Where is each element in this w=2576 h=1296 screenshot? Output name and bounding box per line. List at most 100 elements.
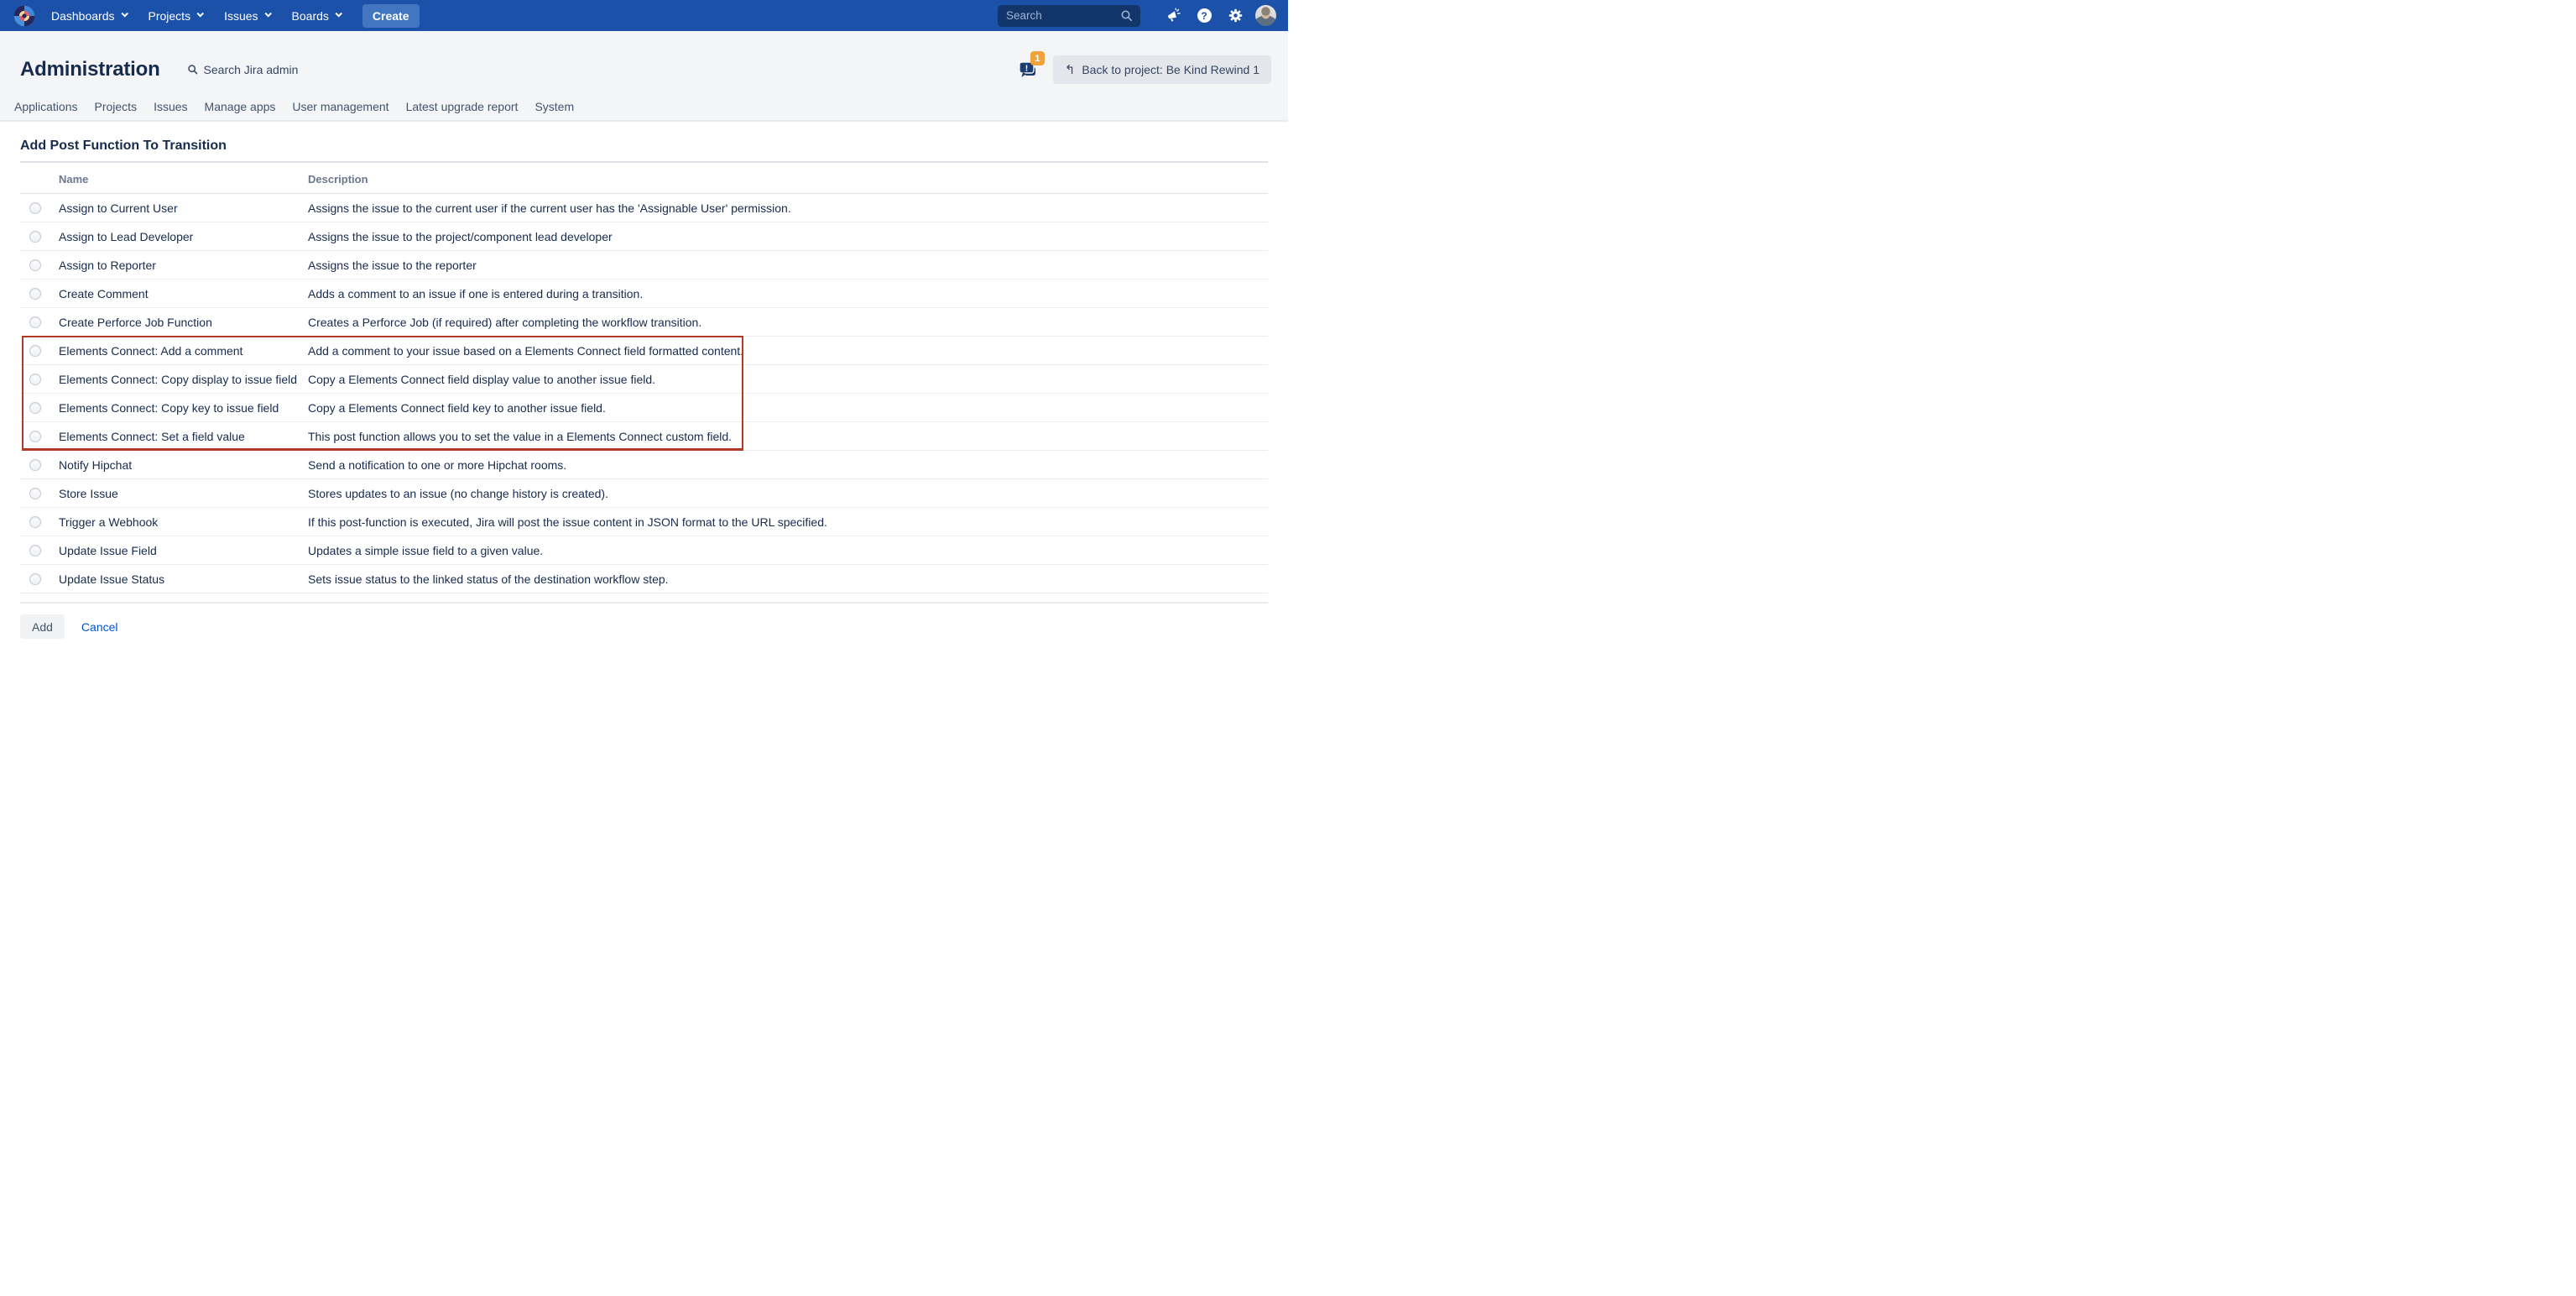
- back-to-project-label: Back to project: Be Kind Rewind 1: [1082, 63, 1259, 76]
- page-title: Add Post Function To Transition: [20, 122, 1268, 163]
- actions-divider: [20, 602, 1268, 604]
- admin-tab[interactable]: Projects: [95, 100, 138, 113]
- search-icon: [1120, 9, 1134, 23]
- table-row: Assign to Reporter Assigns the issue to …: [20, 251, 1268, 280]
- announcements-button[interactable]: [1161, 4, 1185, 28]
- form-actions: Add Cancel: [20, 614, 1268, 639]
- radio-button[interactable]: [29, 573, 41, 585]
- topnav-menu-item[interactable]: Dashboards: [51, 9, 127, 23]
- radio-button[interactable]: [29, 545, 41, 557]
- radio-button[interactable]: [29, 459, 41, 471]
- table-row: Create Comment Adds a comment to an issu…: [20, 280, 1268, 308]
- post-function-table: Assign to Current User Assigns the issue…: [20, 193, 1268, 593]
- admin-tabs: Applications Projects Issues Manage apps…: [0, 91, 1288, 122]
- cancel-link[interactable]: Cancel: [81, 620, 118, 634]
- page-section-title: Administration: [20, 58, 160, 81]
- add-button[interactable]: Add: [20, 614, 65, 639]
- post-function-description: Add a comment to your issue based on a E…: [308, 344, 743, 358]
- admin-search-label: Search Jira admin: [204, 63, 299, 76]
- table-row: Assign to Current User Assigns the issue…: [20, 194, 1268, 222]
- admin-search-button[interactable]: Search Jira admin: [187, 63, 299, 76]
- post-function-description: Stores updates to an issue (no change hi…: [308, 487, 608, 500]
- radio-button[interactable]: [29, 345, 41, 357]
- topnav-menu-item[interactable]: Issues: [224, 9, 269, 23]
- post-function-name: Create Perforce Job Function: [59, 316, 212, 329]
- admin-tab[interactable]: User management: [292, 100, 388, 113]
- feedback-button[interactable]: ! 1: [1016, 57, 1041, 82]
- feedback-count-badge: 1: [1030, 51, 1045, 65]
- topnav-menu-item[interactable]: Boards: [292, 9, 341, 23]
- post-function-name: Update Issue Status: [59, 572, 164, 586]
- post-function-description: Copy a Elements Connect field key to ano…: [308, 401, 606, 415]
- svg-text:!: !: [1025, 63, 1029, 73]
- megaphone-icon: [1165, 8, 1181, 24]
- column-header-description: Description: [308, 173, 368, 186]
- table-row: Elements Connect: Add a comment Add a co…: [20, 337, 1268, 365]
- post-function-description: Creates a Perforce Job (if required) aft…: [308, 316, 701, 329]
- post-function-description: Assigns the issue to the project/compone…: [308, 230, 613, 243]
- back-to-project-button[interactable]: ↰ Back to project: Be Kind Rewind 1: [1053, 55, 1271, 84]
- admin-tab[interactable]: Issues: [154, 100, 187, 113]
- post-function-name: Store Issue: [59, 487, 118, 500]
- topnav-menu-item[interactable]: Projects: [149, 9, 203, 23]
- radio-button[interactable]: [29, 431, 41, 442]
- radio-button[interactable]: [29, 202, 41, 214]
- post-function-description: Assigns the issue to the current user if…: [308, 201, 791, 215]
- user-avatar[interactable]: [1255, 5, 1276, 26]
- topnav-menu-label: Dashboards: [51, 9, 115, 23]
- topnav-menu-label: Boards: [292, 9, 329, 23]
- chevron-down-icon: [335, 10, 342, 17]
- post-function-description: If this post-function is executed, Jira …: [308, 515, 827, 529]
- table-row: Elements Connect: Copy display to issue …: [20, 365, 1268, 394]
- post-function-description: Send a notification to one or more Hipch…: [308, 458, 566, 472]
- table-header: Name Description: [20, 163, 1268, 193]
- admin-tab[interactable]: Manage apps: [205, 100, 276, 113]
- settings-button[interactable]: [1223, 4, 1247, 28]
- admin-tab[interactable]: System: [534, 100, 574, 113]
- radio-button[interactable]: [29, 374, 41, 385]
- table-row: Assign to Lead Developer Assigns the iss…: [20, 222, 1268, 251]
- table-row: Notify Hipchat Send a notification to on…: [20, 451, 1268, 479]
- post-function-description: Adds a comment to an issue if one is ent…: [308, 287, 643, 300]
- post-function-name: Elements Connect: Copy key to issue fiel…: [59, 401, 279, 415]
- table-row: Trigger a Webhook If this post-function …: [20, 508, 1268, 536]
- post-function-name: Create Comment: [59, 287, 149, 300]
- admin-tab[interactable]: Applications: [14, 100, 78, 113]
- chevron-down-icon: [121, 10, 128, 17]
- radio-button[interactable]: [29, 516, 41, 528]
- main-content: Add Post Function To Transition Name Des…: [0, 122, 1288, 639]
- table-row: Elements Connect: Copy key to issue fiel…: [20, 394, 1268, 422]
- post-function-name: Elements Connect: Copy display to issue …: [59, 373, 297, 386]
- table-row: Store Issue Stores updates to an issue (…: [20, 479, 1268, 508]
- radio-button[interactable]: [29, 288, 41, 300]
- radio-button[interactable]: [29, 316, 41, 328]
- radio-button[interactable]: [29, 488, 41, 499]
- admin-header-row: Administration Search Jira admin ! 1 ↰ B…: [0, 48, 1288, 91]
- admin-header-band: Administration Search Jira admin ! 1 ↰ B…: [0, 31, 1288, 122]
- create-button[interactable]: Create: [362, 4, 420, 28]
- top-navigation: Dashboards Projects Issues Boards Create…: [0, 0, 1288, 31]
- topnav-menu-label: Projects: [149, 9, 191, 23]
- table-row: Create Perforce Job Function Creates a P…: [20, 308, 1268, 337]
- table-row: Elements Connect: Set a field value This…: [20, 422, 1268, 451]
- table-row: Update Issue Field Updates a simple issu…: [20, 536, 1268, 565]
- post-function-description: Copy a Elements Connect field display va…: [308, 373, 655, 386]
- site-logo-icon[interactable]: [13, 4, 36, 28]
- post-function-description: Assigns the issue to the reporter: [308, 259, 477, 272]
- post-function-name: Elements Connect: Set a field value: [59, 430, 245, 443]
- table-row: Update Issue Status Sets issue status to…: [20, 565, 1268, 593]
- search-icon: [187, 64, 199, 76]
- admin-tab[interactable]: Latest upgrade report: [406, 100, 519, 113]
- post-function-name: Assign to Current User: [59, 201, 178, 215]
- help-button[interactable]: ?: [1192, 4, 1216, 28]
- column-header-name: Name: [59, 173, 88, 186]
- topnav-menus: Dashboards Projects Issues Boards: [51, 9, 341, 23]
- post-function-name: Notify Hipchat: [59, 458, 132, 472]
- back-arrow-icon: ↰: [1065, 64, 1076, 76]
- radio-button[interactable]: [29, 259, 41, 271]
- help-icon: ?: [1197, 8, 1212, 23]
- search-input[interactable]: [998, 9, 1140, 22]
- radio-button[interactable]: [29, 402, 41, 414]
- radio-button[interactable]: [29, 231, 41, 243]
- post-function-description: Sets issue status to the linked status o…: [308, 572, 669, 586]
